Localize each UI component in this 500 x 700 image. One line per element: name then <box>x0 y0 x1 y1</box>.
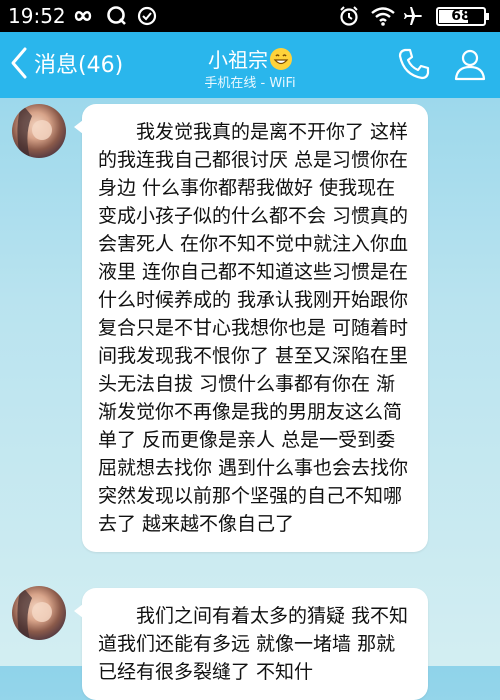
message-bubble[interactable]: 我发觉我真的是离不开你了 这样的我连我自己都很讨厌 总是习惯你在身边 什么事你都… <box>74 104 428 552</box>
contact-name: 小祖宗 <box>208 48 268 72</box>
contact-avatar[interactable] <box>12 104 66 158</box>
q-icon <box>107 6 126 25</box>
infinity-icon <box>74 11 92 21</box>
grin-emoji-icon <box>270 48 292 70</box>
alarm-icon <box>340 6 358 26</box>
wifi-icon <box>371 7 395 26</box>
status-time: 19:52 <box>8 4 66 28</box>
message-text: 我们之间有着太多的猜疑 我不知道我们还能有多远 就像一堵墙 那就已经有很多裂缝了… <box>98 605 409 683</box>
contact-avatar[interactable] <box>12 586 66 640</box>
profile-icon[interactable] <box>452 46 488 82</box>
phone-icon[interactable] <box>396 46 432 82</box>
message-bubble[interactable]: 我们之间有着太多的猜疑 我不知道我们还能有多远 就像一堵墙 那就已经有很多裂缝了… <box>74 588 428 700</box>
battery-icon: 68 <box>436 7 489 26</box>
sync-icon <box>137 6 157 26</box>
airplane-icon <box>404 7 422 25</box>
battery-percent: 68 <box>451 8 471 24</box>
status-bar: 19:52 68 <box>0 0 500 32</box>
message-text: 我发觉我真的是离不开你了 这样的我连我自己都很讨厌 总是习惯你在身边 什么事你都… <box>98 121 409 535</box>
chat-header: 消息(46) 小祖宗 手机在线 - WiFi <box>0 32 500 98</box>
